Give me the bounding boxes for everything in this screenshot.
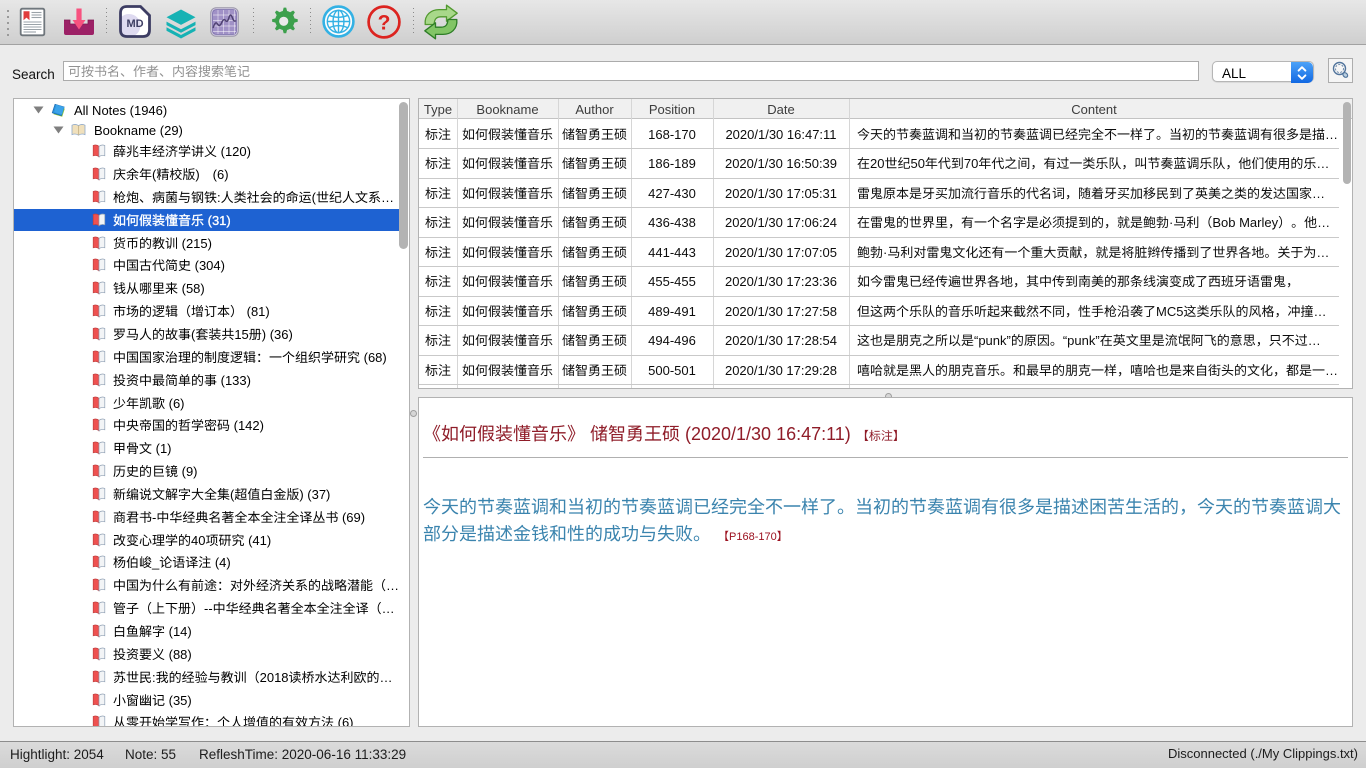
svg-text:MD: MD bbox=[126, 18, 143, 30]
svg-text:?: ? bbox=[378, 12, 391, 35]
